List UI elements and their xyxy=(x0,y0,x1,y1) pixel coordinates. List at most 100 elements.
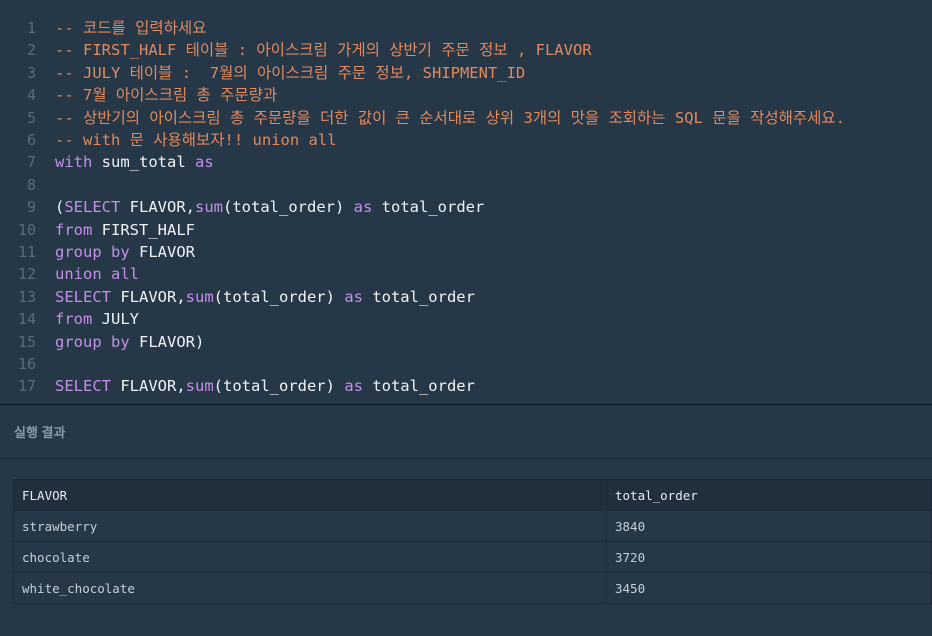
code-token: JULY xyxy=(92,310,139,329)
code-text: -- JULY 테이블 : 7월의 아이스크림 주문 정보, SHIPMENT_… xyxy=(55,62,525,84)
code-token: total_order xyxy=(372,198,485,217)
code-text: -- FIRST_HALF 테이블 : 아이스크림 가게의 상반기 주문 정보 … xyxy=(55,39,592,61)
code-keyword: SELECT xyxy=(55,377,111,396)
code-token: total_order xyxy=(362,287,475,306)
code-keyword: sum xyxy=(185,377,214,396)
code-keyword: sum xyxy=(195,198,223,217)
code-text: (SELECT FLAVOR,sum(total_order) as total… xyxy=(55,196,484,218)
code-token: (total_order) xyxy=(223,198,354,217)
line-number: 6 xyxy=(26,131,36,149)
line-number: 3 xyxy=(26,63,36,82)
code-comment: -- 상반기의 아이스크림 총 주문량을 더한 값이 큰 순서대로 상위 3개의… xyxy=(55,108,845,127)
column-header-total-order: total_order xyxy=(606,479,932,511)
code-text: -- 상반기의 아이스크림 총 주문량을 더한 값이 큰 순서대로 상위 3개의… xyxy=(55,107,845,129)
code-comment: -- FIRST_HALF 테이블 : 아이스크림 가게의 상반기 주문 정보 … xyxy=(55,41,592,60)
table-cell: strawberry xyxy=(13,510,607,542)
line-number: 14 xyxy=(17,310,36,329)
table-row: white_chocolate 3450 xyxy=(13,572,932,604)
line-number: 13 xyxy=(17,287,36,306)
column-header-flavor: FLAVOR xyxy=(13,479,607,511)
code-token: FIRST_HALF xyxy=(92,220,195,239)
code-line[interactable]: 13 SELECT FLAVOR,sum(total_order) as tota… xyxy=(0,286,932,308)
table-cell: 3450 xyxy=(606,572,932,604)
line-number: 11 xyxy=(17,243,36,261)
code-token: sum_total xyxy=(92,153,195,172)
line-number: 4 xyxy=(26,86,36,105)
line-number: 1 xyxy=(26,19,36,37)
code-keyword: union all xyxy=(55,265,139,284)
result-divider xyxy=(0,458,932,459)
code-text: union all xyxy=(55,263,139,285)
code-line[interactable]: 4 -- 7월 아이스크림 총 주문량과 xyxy=(0,84,932,106)
code-line[interactable]: 7 with sum_total as xyxy=(0,151,932,173)
code-line[interactable]: 6 -- with 문 사용해보자!! union all xyxy=(0,129,932,151)
code-text: SELECT FLAVOR,sum(total_order) as total_… xyxy=(55,375,475,397)
code-editor[interactable]: 1 -- 코드를 입력하세요 2 -- FIRST_HALF 테이블 : 아이스크림 … xyxy=(0,0,932,404)
line-number: 9 xyxy=(26,198,36,217)
table-header-row: FLAVOR total_order xyxy=(13,479,932,511)
code-text: -- 코드를 입력하세요 xyxy=(55,17,206,39)
line-number: 8 xyxy=(26,175,36,194)
code-keyword: as xyxy=(344,377,363,396)
code-line[interactable]: 17 SELECT FLAVOR,sum(total_order) as tota… xyxy=(0,375,932,397)
code-keyword: SELECT xyxy=(55,287,111,306)
code-comment: -- 코드를 입력하세요 xyxy=(55,19,207,37)
code-text: -- 7월 아이스크림 총 주문량과 xyxy=(55,84,277,106)
code-token: (total_order) xyxy=(213,377,345,396)
code-line[interactable]: 5 -- 상반기의 아이스크림 총 주문량을 더한 값이 큰 순서대로 상위 3개… xyxy=(0,107,932,129)
code-comment: -- 7월 아이스크림 총 주문량과 xyxy=(55,86,278,105)
code-keyword: group by xyxy=(55,243,130,261)
line-number: 15 xyxy=(17,332,36,351)
code-text: group by FLAVOR xyxy=(55,241,195,263)
code-line[interactable]: 10 from FIRST_HALF xyxy=(0,219,932,241)
code-line[interactable]: 3 -- JULY 테이블 : 7월의 아이스크림 주문 정보, SHIPMENT… xyxy=(0,62,932,84)
table-row: chocolate 3720 xyxy=(13,541,932,573)
table-cell: 3720 xyxy=(606,541,932,573)
code-token: (total_order) xyxy=(213,287,345,306)
code-line[interactable]: 8 xyxy=(0,174,932,196)
code-keyword: from xyxy=(55,220,93,239)
table-cell: 3840 xyxy=(606,510,932,542)
line-number: 7 xyxy=(26,153,36,172)
code-keyword: sum xyxy=(185,287,214,306)
code-line[interactable]: 12 union all xyxy=(0,263,932,285)
table-row: strawberry 3840 xyxy=(13,510,932,542)
code-line[interactable]: 2 -- FIRST_HALF 테이블 : 아이스크림 가게의 상반기 주문 정보… xyxy=(0,39,932,61)
code-token: FLAVOR, xyxy=(111,377,186,396)
line-number: 10 xyxy=(17,220,36,239)
line-number: 16 xyxy=(17,355,36,373)
code-token: ( xyxy=(55,198,65,217)
table-cell: chocolate xyxy=(13,541,607,573)
code-line[interactable]: 11 group by FLAVOR xyxy=(0,241,932,263)
code-comment: -- JULY 테이블 : 7월의 아이스크림 주문 정보, SHIPMENT_… xyxy=(55,63,526,82)
line-number: 2 xyxy=(26,41,36,60)
code-text: from JULY xyxy=(55,308,139,330)
code-line[interactable]: 1 -- 코드를 입력하세요 xyxy=(0,17,932,39)
code-line[interactable]: 14 from JULY xyxy=(0,308,932,330)
line-number: 5 xyxy=(26,108,36,127)
code-text: from FIRST_HALF xyxy=(55,219,195,241)
table-cell: white_chocolate xyxy=(13,572,607,604)
result-table: FLAVOR total_order strawberry 3840 choco… xyxy=(13,479,932,604)
code-token: FLAVOR) xyxy=(129,332,205,351)
code-keyword: as xyxy=(353,198,373,217)
line-number: 12 xyxy=(17,265,36,284)
code-keyword: with xyxy=(55,153,93,172)
code-token: FLAVOR, xyxy=(111,287,186,306)
code-keyword: as xyxy=(194,153,214,172)
code-line[interactable]: 9 (SELECT FLAVOR,sum(total_order) as tota… xyxy=(0,196,932,218)
code-token: total_order xyxy=(362,377,475,396)
code-comment: -- with 문 사용해보자!! union all xyxy=(55,131,337,149)
code-token: FLAVOR xyxy=(129,243,195,261)
code-text: SELECT FLAVOR,sum(total_order) as total_… xyxy=(55,286,475,308)
result-panel: 실행 결과 FLAVOR total_order strawberry 3840… xyxy=(0,405,932,636)
code-keyword: SELECT xyxy=(64,198,121,217)
code-keyword: group by xyxy=(55,332,130,351)
code-text: with sum_total as xyxy=(55,151,214,173)
code-token: FLAVOR, xyxy=(120,198,195,217)
code-line[interactable]: 15 group by FLAVOR) xyxy=(0,331,932,353)
code-text: group by FLAVOR) xyxy=(55,331,204,353)
code-line[interactable]: 16 xyxy=(0,353,932,375)
result-title: 실행 결과 xyxy=(14,425,66,440)
code-keyword: as xyxy=(344,287,363,306)
